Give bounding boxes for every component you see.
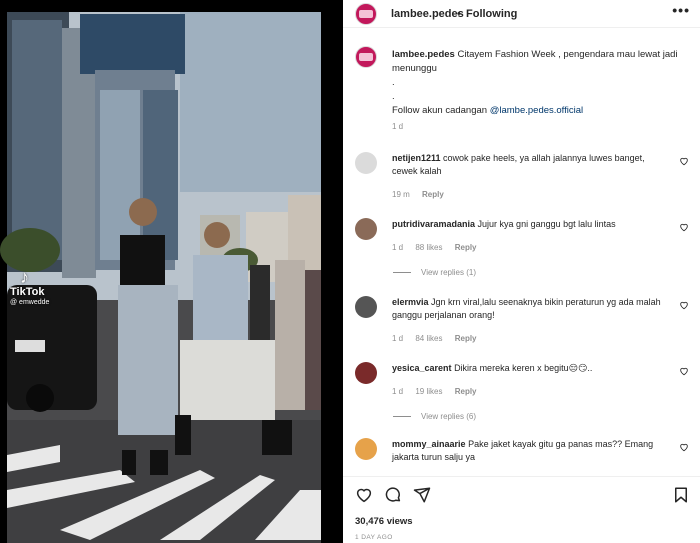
tiktok-handle: @ emwedde <box>10 299 50 306</box>
comment-likes[interactable]: 84 likes <box>415 334 442 343</box>
comment-meta: 19 m Reply <box>392 190 454 199</box>
mention-link[interactable]: @lambe.pedes.official <box>490 105 583 116</box>
caption-username[interactable]: lambee.pedes <box>392 49 455 60</box>
reply-button[interactable]: Reply <box>455 243 477 252</box>
following-button[interactable]: Following <box>466 8 517 20</box>
comment-item: netijen1211 cowok pake heels, ya allah j… <box>355 152 695 199</box>
tiktok-icon: ♪ <box>20 267 29 287</box>
view-replies-button[interactable]: View replies (6) <box>393 412 476 421</box>
header-separator: • <box>457 8 461 20</box>
author-username[interactable]: lambee.pedes <box>391 8 464 20</box>
video-frame <box>0 0 343 543</box>
share-icon[interactable] <box>413 486 431 504</box>
comment-item: yesica_carent Dikira mereka keren x begi… <box>355 362 695 402</box>
comment-body: yesica_carent Dikira mereka keren x begi… <box>392 362 667 375</box>
comment-meta: 1 d 88 likes Reply <box>392 243 487 252</box>
commenter-username[interactable]: yesica_carent <box>392 363 452 373</box>
caption-time: 1 d <box>392 122 404 131</box>
comment-time: 1 d <box>392 387 404 396</box>
commenter-avatar[interactable] <box>355 218 377 240</box>
author-avatar[interactable] <box>355 3 377 25</box>
caption-follow-text: Follow akun cadangan <box>392 105 490 116</box>
like-heart-icon[interactable] <box>679 222 689 232</box>
reply-button[interactable]: Reply <box>422 190 444 199</box>
tiktok-brand: TikTok <box>10 286 45 298</box>
comment-item: putridivaramadania Jujur kya gni ganggu … <box>355 218 695 258</box>
caption-dot: . <box>392 77 395 88</box>
comment-time: 1 d <box>392 243 404 252</box>
comment-body: putridivaramadania Jujur kya gni ganggu … <box>392 218 667 231</box>
comment-text: Jujur kya gni ganggu bgt lalu lintas <box>477 219 616 229</box>
comment-text: Dikira mereka keren x begitu😔😏.. <box>454 363 593 373</box>
more-icon[interactable]: ••• <box>672 2 690 18</box>
comment-body: mommy_ainaarie Pake jaket kayak gitu ga … <box>392 438 667 464</box>
comment-text: Jgn krn viral,lalu seenaknya bikin perat… <box>392 297 661 320</box>
like-heart-icon[interactable] <box>679 156 689 166</box>
post-panel: lambee.pedes • Following ••• lambee.pede… <box>343 0 700 543</box>
commenter-avatar[interactable] <box>355 296 377 318</box>
view-replies-label[interactable]: View replies (1) <box>421 268 476 277</box>
comment-time: 1 d <box>392 334 404 343</box>
like-heart-icon[interactable] <box>679 300 689 310</box>
like-heart-icon[interactable] <box>679 442 689 452</box>
comment-meta: 1 d 84 likes Reply <box>392 334 487 343</box>
comment-item: elermvia Jgn krn viral,lalu seenaknya bi… <box>355 296 695 343</box>
tiktok-watermark: ♪ TikTok @ emwedde <box>10 268 49 306</box>
reply-button[interactable]: Reply <box>455 334 477 343</box>
comment-meta: 1 d 19 likes Reply <box>392 387 487 396</box>
commenter-avatar[interactable] <box>355 438 377 460</box>
replies-divider <box>393 272 411 274</box>
commenter-avatar[interactable] <box>355 152 377 174</box>
commenter-username[interactable]: netijen1211 <box>392 153 441 163</box>
caption-body: lambee.pedes Citayem Fashion Week , peng… <box>392 48 682 118</box>
comment-item: mommy_ainaarie Pake jaket kayak gitu ga … <box>355 438 695 476</box>
post-date: 1 DAY AGO <box>355 534 393 541</box>
caption-avatar[interactable] <box>355 46 377 68</box>
commenter-username[interactable]: mommy_ainaarie <box>392 439 466 449</box>
commenter-username[interactable]: putridivaramadania <box>392 219 475 229</box>
post-video[interactable]: ♪ TikTok @ emwedde <box>0 0 343 543</box>
caption-dot: . <box>392 91 395 102</box>
commenter-username[interactable]: elermvia <box>392 297 429 307</box>
comment-likes[interactable]: 19 likes <box>415 387 442 396</box>
comment-likes[interactable]: 88 likes <box>415 243 442 252</box>
bookmark-icon[interactable] <box>672 486 690 504</box>
heart-icon[interactable] <box>355 486 373 504</box>
comment-icon[interactable] <box>384 486 402 504</box>
like-heart-icon[interactable] <box>679 366 689 376</box>
reply-button[interactable]: Reply <box>455 387 477 396</box>
comments-thread[interactable]: lambee.pedes Citayem Fashion Week , peng… <box>343 36 700 476</box>
view-replies-label[interactable]: View replies (6) <box>421 412 476 421</box>
post-header: lambee.pedes • Following ••• <box>343 0 700 28</box>
commenter-avatar[interactable] <box>355 362 377 384</box>
replies-divider <box>393 416 411 418</box>
comment-body: netijen1211 cowok pake heels, ya allah j… <box>392 152 667 178</box>
view-count[interactable]: 30,476 views <box>355 516 413 527</box>
comment-body: elermvia Jgn krn viral,lalu seenaknya bi… <box>392 296 667 322</box>
post-actions: 30,476 views 1 DAY AGO <box>343 476 700 543</box>
comment-time: 19 m <box>392 190 410 199</box>
view-replies-button[interactable]: View replies (1) <box>393 268 476 277</box>
